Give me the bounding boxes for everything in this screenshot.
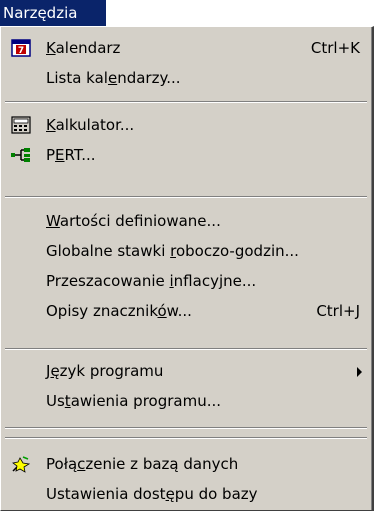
database-connect-icon — [11, 455, 31, 473]
menu-separator — [5, 348, 367, 350]
menu-item-pert[interactable]: PERT... — [1, 141, 372, 171]
menu-item-polaczenie-z-baza[interactable]: Połączenie z bazą danych — [1, 450, 372, 480]
pert-icon — [11, 146, 31, 164]
menu-title-narzedzia[interactable]: Narzędzia — [0, 0, 106, 26]
menu-item-opisy-znacznikow[interactable]: Opisy znaczników... Ctrl+J — [1, 297, 372, 327]
submenu-arrow-icon — [357, 367, 362, 377]
menu-separator — [5, 427, 367, 429]
menu-item-ustawienia-programu[interactable]: Ustawienia programu... — [1, 387, 372, 417]
menu-item-lista-kalendarzy[interactable]: Lista kalendarzy... — [1, 64, 372, 94]
menu-separator — [5, 196, 367, 198]
menu-separator — [5, 437, 367, 439]
tools-dropdown-menu: 7 Kalendarz Ctrl+K Lista kalendarzy... K… — [0, 26, 374, 511]
calculator-icon — [11, 116, 31, 134]
svg-text:7: 7 — [18, 46, 24, 56]
menu-item-kalendarz[interactable]: 7 Kalendarz Ctrl+K — [1, 34, 372, 64]
shortcut-ctrl-k: Ctrl+K — [310, 39, 360, 57]
menu-item-ustawienia-dostepu[interactable]: Ustawienia dostępu do bazy — [1, 480, 372, 510]
menu-item-globalne-stawki[interactable]: Globalne stawki roboczo-godzin... — [1, 237, 372, 267]
menu-item-przeszacowanie-inflacyjne[interactable]: Przeszacowanie inflacyjne... — [1, 267, 372, 297]
menu-item-kalkulator[interactable]: Kalkulator... — [1, 111, 372, 141]
shortcut-ctrl-j: Ctrl+J — [316, 302, 360, 320]
calendar-icon: 7 — [11, 39, 31, 57]
menu-item-jezyk-programu[interactable]: Język programu — [1, 357, 372, 387]
menu-separator — [5, 101, 367, 103]
menu-item-wartosci-definiowane[interactable]: Wartości definiowane... — [1, 207, 372, 237]
